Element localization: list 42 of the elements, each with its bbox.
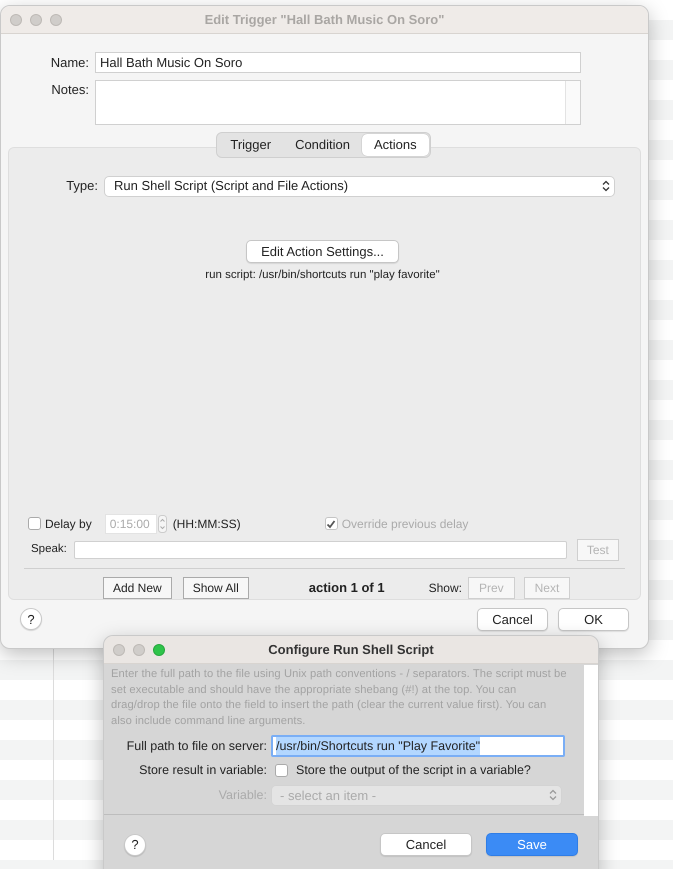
tab[interactable]: Condition — [283, 134, 362, 156]
window-title: Edit Trigger "Hall Bath Music On Soro" — [204, 10, 444, 29]
tab[interactable]: Actions — [362, 134, 429, 156]
field-label: Store result in variable: — [138, 762, 268, 779]
checkbox-label: Store the output of the script in a variable? — [296, 762, 531, 779]
speak-field[interactable] — [74, 540, 567, 558]
help-button[interactable]: ? — [20, 608, 42, 630]
zoom-button[interactable] — [50, 14, 62, 26]
scrollbar[interactable] — [565, 81, 580, 124]
path-field[interactable]: /usr/bin/Shortcuts run "Play Favorite" — [271, 735, 565, 757]
field-label: Name: — [50, 54, 90, 72]
dropdown-arrows-icon — [602, 180, 610, 192]
help-button[interactable]: ? — [124, 834, 146, 856]
dropdown-arrows-icon — [549, 789, 557, 802]
close-button[interactable] — [113, 644, 125, 656]
action-counter: action 1 of 1 — [308, 578, 385, 597]
minimize-button[interactable] — [133, 644, 145, 656]
field-label: Delay by — [45, 516, 92, 532]
close-button[interactable] — [10, 14, 22, 26]
format-hint: (HH:MM:SS) — [172, 516, 241, 532]
dialog-button[interactable]: OK — [558, 608, 629, 631]
minimize-button[interactable] — [30, 14, 42, 26]
dialog-button[interactable]: Cancel — [380, 832, 472, 856]
dialog-button[interactable]: Cancel — [477, 608, 548, 631]
name-field[interactable]: Hall Bath Music On Soro — [95, 52, 581, 73]
field-label: Notes: — [50, 81, 90, 99]
window-title: Configure Run Shell Script — [268, 640, 434, 659]
edit-settings-button[interactable]: Edit Action Settings... — [246, 240, 399, 263]
tab[interactable]: Trigger — [218, 134, 284, 156]
action-summary: run script: /usr/bin/shortcuts run "play favorite" — [205, 268, 440, 283]
add-new-button[interactable]: Add New — [103, 576, 172, 598]
show-all-button[interactable]: Show All — [182, 576, 249, 598]
field-label: Show: — [428, 580, 462, 596]
field-label: Full path to file on server: — [126, 738, 268, 755]
zoom-button[interactable] — [153, 644, 165, 656]
field-label: Speak: — [31, 542, 67, 557]
notes-field[interactable] — [95, 80, 581, 125]
type-dropdown[interactable]: Run Shell Script (Script and File Actions) — [104, 176, 615, 196]
stepper-icon[interactable] — [158, 514, 167, 532]
field-label: Type: — [65, 177, 99, 196]
checkbox-label: Override previous delay — [342, 516, 468, 532]
checkbox[interactable] — [275, 764, 288, 777]
